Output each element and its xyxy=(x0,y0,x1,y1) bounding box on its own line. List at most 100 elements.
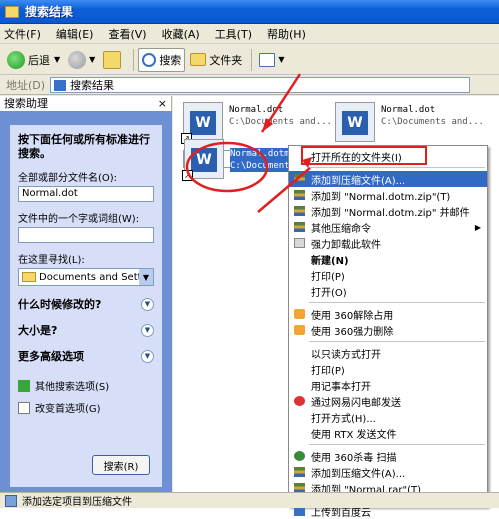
file-item[interactable]: W↗ Normal.dotC:\Documents and... xyxy=(181,102,332,144)
menu-item[interactable]: 打开方式(H)... xyxy=(289,409,487,425)
menu-item[interactable]: 使用 360解除占用 xyxy=(289,306,487,322)
status-text: 添加选定项目到压缩文件 xyxy=(22,497,132,508)
menu-item[interactable]: 使用 360杀毒 扫描 xyxy=(289,448,487,464)
word-label: 文件中的一个字或词组(W): xyxy=(18,214,140,225)
menu-item[interactable]: 添加到 "Normal.dotm.zip" 并邮件 xyxy=(289,203,487,219)
rar-icon xyxy=(294,467,305,477)
close-icon[interactable]: × xyxy=(158,97,167,110)
toolbar-divider xyxy=(251,48,253,71)
window-title: 搜索结果 xyxy=(25,5,74,19)
search-submit-button[interactable]: 搜索(R) xyxy=(92,455,150,475)
zip-icon xyxy=(294,174,305,184)
word-input[interactable] xyxy=(18,227,154,243)
menu-item[interactable]: 打开(O) xyxy=(289,283,487,299)
zip-icon xyxy=(294,222,305,232)
shortcut-arrow-icon: ↗ xyxy=(182,170,193,181)
search-results-icon xyxy=(54,79,67,91)
filename-label: 全部或部分文件名(O): xyxy=(18,173,118,184)
unlock-icon xyxy=(294,309,305,319)
lookin-label: 在这里寻找(L): xyxy=(18,255,85,266)
search-button[interactable]: 搜索 xyxy=(138,47,186,72)
menu-item[interactable]: 添加到压缩文件(A)... xyxy=(289,464,487,480)
address-field[interactable]: 搜索结果 xyxy=(50,77,471,93)
menu-separator xyxy=(309,444,485,445)
menu-item[interactable]: 使用 RTX 发送文件 xyxy=(289,425,487,441)
toolbar: 后退 ▼ ▼ 搜索 文件夹 ▼ xyxy=(0,45,499,75)
preferences-icon xyxy=(18,401,30,414)
search-description: 按下面任何或所有标准进行搜索。 xyxy=(18,133,150,160)
chevron-down-icon[interactable]: ▼ xyxy=(139,269,153,285)
back-button[interactable]: 后退 ▼ xyxy=(4,48,63,72)
menu-item[interactable]: 打印(P) xyxy=(289,361,487,377)
title-bar: 搜索结果 xyxy=(0,0,499,24)
expand-chevron-icon[interactable]: ▼ xyxy=(141,349,154,363)
shield-icon xyxy=(294,451,305,461)
views-icon xyxy=(259,52,276,67)
menu-item[interactable]: 添加到 "Normal.dotm.zip"(T) xyxy=(289,187,487,203)
expand-chevron-icon[interactable]: ▼ xyxy=(141,297,154,311)
forward-arrow-icon xyxy=(68,50,87,69)
menu-separator xyxy=(309,167,485,168)
pane-header: 搜索助理 × xyxy=(0,96,171,110)
menu-item[interactable]: 打开所在的文件夹(I) xyxy=(289,148,487,164)
forward-button[interactable]: ▼ xyxy=(65,48,98,72)
search-icon xyxy=(142,52,157,67)
status-bar: 添加选定项目到压缩文件 xyxy=(0,492,499,508)
expand-chevron-icon[interactable]: ▼ xyxy=(141,323,154,337)
menu-item[interactable]: 添加到压缩文件(A)... xyxy=(289,171,487,187)
change-preferences-link[interactable]: 改变首选项(G) xyxy=(18,400,154,415)
menu-item[interactable]: 打印(P) xyxy=(289,267,487,283)
chevron-down-icon: ▼ xyxy=(278,55,285,64)
zip-icon xyxy=(294,206,305,216)
folder-icon xyxy=(22,272,36,282)
menu-item[interactable]: 使用 360强力删除 xyxy=(289,322,487,338)
menu-help[interactable]: 帮助(H) xyxy=(267,26,306,42)
folder-icon xyxy=(190,53,207,66)
menu-item[interactable]: 用记事本打开 xyxy=(289,377,487,393)
status-icon xyxy=(5,494,17,507)
search-assistant-pane: 搜索助理 × 按下面任何或所有标准进行搜索。 全部或部分文件名(O): Norm… xyxy=(0,96,172,492)
search-form: 按下面任何或所有标准进行搜索。 全部或部分文件名(O): Normal.dot … xyxy=(10,125,162,487)
file-item[interactable]: W Normal.dot C:\Documents and... xyxy=(335,102,484,142)
menu-separator xyxy=(309,341,485,342)
context-menu: 打开所在的文件夹(I) 添加到压缩文件(A)... 添加到 "Normal.dotm… xyxy=(288,145,488,519)
word-file-icon: W↗ xyxy=(181,102,223,144)
menu-item[interactable]: 通过网易闪电邮发送 xyxy=(289,393,487,409)
toolbar-divider xyxy=(133,48,135,71)
views-button[interactable]: ▼ xyxy=(256,48,287,72)
address-bar: 地址(D) 搜索结果 xyxy=(0,76,499,95)
arrow-right-icon xyxy=(18,379,30,392)
up-folder-icon xyxy=(103,50,122,69)
netease-icon xyxy=(294,396,305,406)
folders-button[interactable]: 文件夹 xyxy=(187,48,245,72)
menu-bar: 文件(F) 编辑(E) 查看(V) 收藏(A) 工具(T) 帮助(H) xyxy=(0,25,499,44)
menu-item[interactable]: 新建(N) xyxy=(289,251,487,267)
pane-background: 按下面任何或所有标准进行搜索。 全部或部分文件名(O): Normal.dot … xyxy=(0,111,172,492)
explorer-window: 搜索结果 文件(F) 编辑(E) 查看(V) 收藏(A) 工具(T) 帮助(H)… xyxy=(0,0,499,519)
chevron-down-icon: ▼ xyxy=(89,55,96,64)
uninstall-icon xyxy=(294,238,305,248)
back-arrow-icon xyxy=(7,50,25,69)
menu-edit[interactable]: 编辑(E) xyxy=(56,26,94,42)
section-advanced[interactable]: 更多高级选项 ▼ xyxy=(18,348,154,364)
section-size[interactable]: 大小是? ▼ xyxy=(18,322,154,338)
menu-separator xyxy=(309,302,485,303)
menu-item[interactable]: 强力卸载此软件 xyxy=(289,235,487,251)
lookin-select[interactable]: Documents and Settings ▼ xyxy=(18,268,154,286)
zip-icon xyxy=(294,190,305,200)
section-modified[interactable]: 什么时候修改的? ▼ xyxy=(18,296,154,312)
menu-file[interactable]: 文件(F) xyxy=(4,26,41,42)
menu-item[interactable]: 以只读方式打开 xyxy=(289,345,487,361)
pane-title: 搜索助理 xyxy=(4,97,48,110)
menu-item[interactable]: 其他压缩命令 ▶ xyxy=(289,219,487,235)
word-file-icon: W xyxy=(335,102,375,142)
filename-input[interactable]: Normal.dot xyxy=(18,186,154,202)
menu-tools[interactable]: 工具(T) xyxy=(215,26,252,42)
other-search-options-link[interactable]: 其他搜索选项(S) xyxy=(18,378,154,393)
word-file-icon: W↗ xyxy=(182,139,224,181)
menu-view[interactable]: 查看(V) xyxy=(108,26,146,42)
submenu-arrow-icon: ▶ xyxy=(474,222,481,232)
up-folder-button[interactable] xyxy=(100,48,127,72)
folder-search-icon xyxy=(5,5,19,18)
menu-favorites[interactable]: 收藏(A) xyxy=(162,26,200,42)
